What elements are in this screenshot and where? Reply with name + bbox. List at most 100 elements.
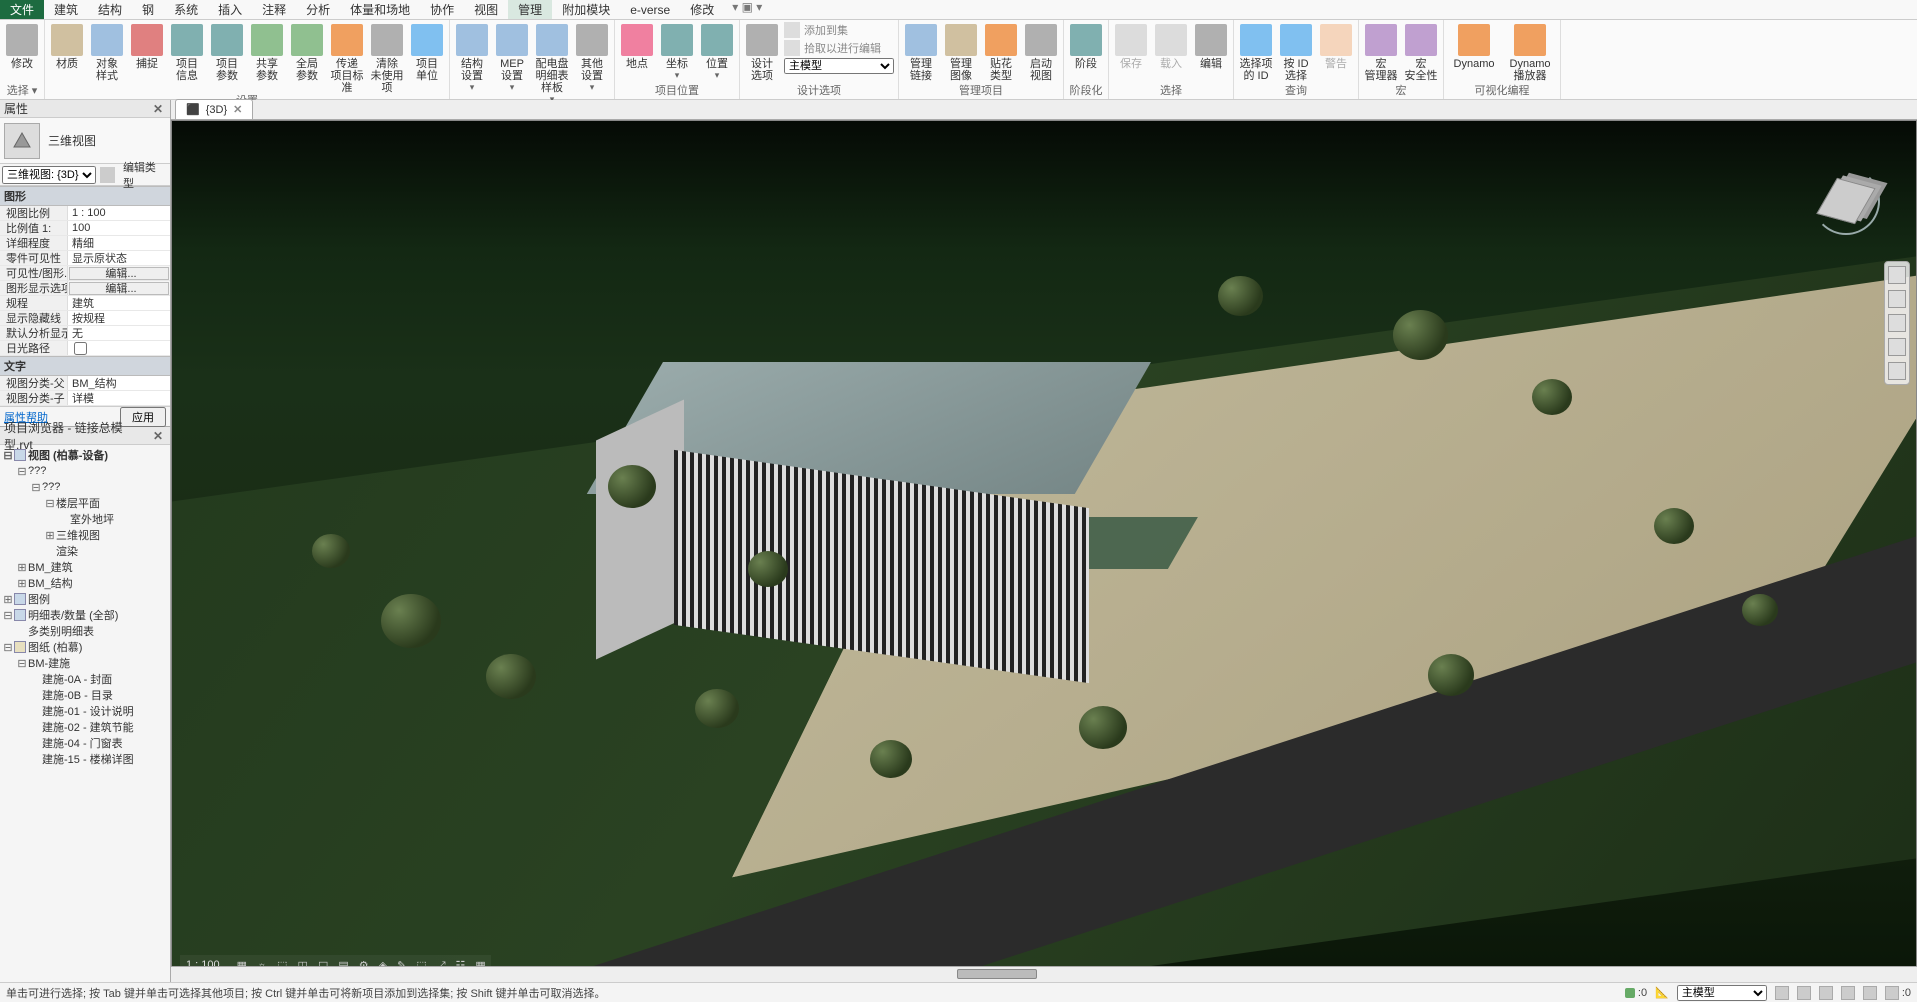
ribbon-宏安全性[interactable]: 宏 安全性 [1403,22,1439,84]
ribbon-贴花类型[interactable]: 贴花 类型 [983,22,1019,84]
ribbon-其他设置[interactable]: 其他 设置▾ [574,22,610,105]
expand-icon[interactable]: ⊟ [16,657,28,670]
ribbon-阶段[interactable]: 阶段 [1068,22,1104,84]
tab-钢[interactable]: 钢 [132,0,164,19]
link-icon[interactable] [100,167,115,183]
prop-row[interactable]: 视图分类-子详模 [0,391,170,406]
ribbon-管理图像[interactable]: 管理 图像 [943,22,979,84]
prop-row[interactable]: 零件可见性显示原状态 [0,251,170,266]
prop-row[interactable]: 视图比例1 : 100 [0,206,170,221]
ribbon-管理链接[interactable]: 管理 链接 [903,22,939,84]
tree-node[interactable]: 多类别明细表 [2,623,168,639]
edit-type-button[interactable]: 编辑类型 [119,159,168,191]
tree-node[interactable]: 建施-0A - 封面 [2,671,168,687]
tree-node[interactable]: ⊟视图 (柏慕-设备) [2,447,168,463]
design-option-select[interactable]: 主模型 [784,58,894,74]
close-icon[interactable]: ✕ [233,103,242,116]
prop-row[interactable]: 比例值 1:100 [0,221,170,236]
prop-row[interactable]: 图形显示选项编辑... [0,281,170,296]
tree-node[interactable]: 渲染 [2,543,168,559]
prop-row[interactable]: 默认分析显示...无 [0,326,170,341]
ribbon-宏管理器[interactable]: 宏 管理器 [1363,22,1399,84]
expand-icon[interactable]: ⊟ [2,609,14,622]
status-filter[interactable] [1841,986,1855,1000]
horizontal-scrollbar[interactable] [171,966,1917,982]
ribbon-材质[interactable]: 材质 [49,22,85,94]
status-filter[interactable] [1797,986,1811,1000]
ribbon-MEP设置[interactable]: MEP 设置▾ [494,22,530,105]
ribbon-坐标[interactable]: 坐标▾ [659,22,695,84]
prop-row[interactable]: 可见性/图形...编辑... [0,266,170,281]
prop-row[interactable]: 显示隐藏线按规程 [0,311,170,326]
status-filter[interactable] [1863,986,1877,1000]
tab-视图[interactable]: 视图 [464,0,508,19]
tab-建筑[interactable]: 建筑 [44,0,88,19]
instance-selector[interactable]: 三维视图: {3D} [2,166,96,184]
steering-wheel-icon[interactable] [1888,266,1906,284]
tree-node[interactable]: 建施-01 - 设计说明 [2,703,168,719]
pan-icon[interactable] [1888,290,1906,308]
ribbon-编辑[interactable]: 编辑 [1193,22,1229,84]
tree-node[interactable]: ⊟楼层平面 [2,495,168,511]
zoom-icon[interactable] [1888,314,1906,332]
view-cube[interactable] [1806,161,1886,241]
tab-结构[interactable]: 结构 [88,0,132,19]
ribbon-传递项目标准[interactable]: 传递 项目标准 [329,22,365,94]
expand-icon[interactable]: ⊟ [2,449,14,462]
ribbon-按ID选择[interactable]: 按 ID 选择 [1278,22,1314,84]
tab-附加模块[interactable]: 附加模块 [552,0,620,19]
ribbon-全局参数[interactable]: 全局 参数 [289,22,325,94]
expand-icon[interactable]: ⊟ [16,465,28,478]
prop-row[interactable]: 日光路径 [0,341,170,356]
status-filter[interactable]: :0 [1885,986,1911,1000]
lookaround-icon[interactable] [1888,362,1906,380]
tab-系统[interactable]: 系统 [164,0,208,19]
expand-icon[interactable]: ⊞ [16,577,28,590]
workset-selector[interactable]: 主模型 [1677,985,1767,1001]
expand-icon[interactable]: ⊟ [30,481,42,494]
ribbon-项目信息[interactable]: 项目 信息 [169,22,205,94]
tab-file[interactable]: 文件 [0,0,44,19]
tab-overflow-icon[interactable]: ▾ ▣ ▾ [732,0,762,19]
doc-tab[interactable]: ⬛{3D}✕ [175,99,253,119]
ribbon-捕捉[interactable]: 捕捉 [129,22,165,94]
tab-e-verse[interactable]: e-verse [620,0,680,19]
tree-node[interactable]: ⊟图纸 (柏慕) [2,639,168,655]
expand-icon[interactable]: ⊞ [16,561,28,574]
ribbon-选择项的ID[interactable]: 选择项 的 ID [1238,22,1274,84]
ribbon-结构设置[interactable]: 结构 设置▾ [454,22,490,105]
ribbon-Dynamo[interactable]: Dynamo [1448,22,1500,84]
ribbon-Dynamo播放器[interactable]: Dynamo 播放器 [1504,22,1556,84]
tree-node[interactable]: ⊟??? [2,479,168,495]
tab-体量和场地[interactable]: 体量和场地 [340,0,420,19]
tab-修改[interactable]: 修改 [680,0,724,19]
tree-node[interactable]: 建施-02 - 建筑节能 [2,719,168,735]
prop-row[interactable]: 视图分类-父BM_结构 [0,376,170,391]
project-browser[interactable]: ⊟视图 (柏慕-设备)⊟???⊟???⊟楼层平面 室外地坪⊞三维视图 渲染⊞BM… [0,445,170,982]
tree-node[interactable]: 建施-0B - 目录 [2,687,168,703]
ribbon-位置[interactable]: 位置▾ [699,22,735,84]
tree-node[interactable]: 建施-15 - 楼梯详图 [2,751,168,767]
prop-row[interactable]: 详细程度精细 [0,236,170,251]
tree-node[interactable]: ⊟BM-建施 [2,655,168,671]
ribbon-清除未使用项[interactable]: 清除 未使用项 [369,22,405,94]
ribbon-启动视图[interactable]: 启动 视图 [1023,22,1059,84]
expand-icon[interactable]: ⊞ [44,529,56,542]
tab-插入[interactable]: 插入 [208,0,252,19]
status-chip[interactable]: 📐 [1655,986,1669,999]
tab-管理[interactable]: 管理 [508,0,552,19]
status-filter[interactable] [1819,986,1833,1000]
tab-分析[interactable]: 分析 [296,0,340,19]
tree-node[interactable]: ⊞图例 [2,591,168,607]
ribbon-共享参数[interactable]: 共享 参数 [249,22,285,94]
ribbon-设计选项[interactable]: 设计 选项 [744,22,780,84]
ribbon-项目单位[interactable]: 项目 单位 [409,22,445,94]
prop-row[interactable]: 规程建筑 [0,296,170,311]
status-filter[interactable] [1775,986,1789,1000]
ribbon-对象样式[interactable]: 对象 样式 [89,22,125,94]
close-icon[interactable]: ✕ [150,429,166,443]
ribbon-项目参数[interactable]: 项目 参数 [209,22,245,94]
tree-node[interactable]: 建施-04 - 门窗表 [2,735,168,751]
3d-viewport[interactable]: 1 : 100 ▦☼⬚◫⬓▤⚙◈✎⬚⤢☷▦ [171,120,1917,982]
ribbon-地点[interactable]: 地点 [619,22,655,84]
